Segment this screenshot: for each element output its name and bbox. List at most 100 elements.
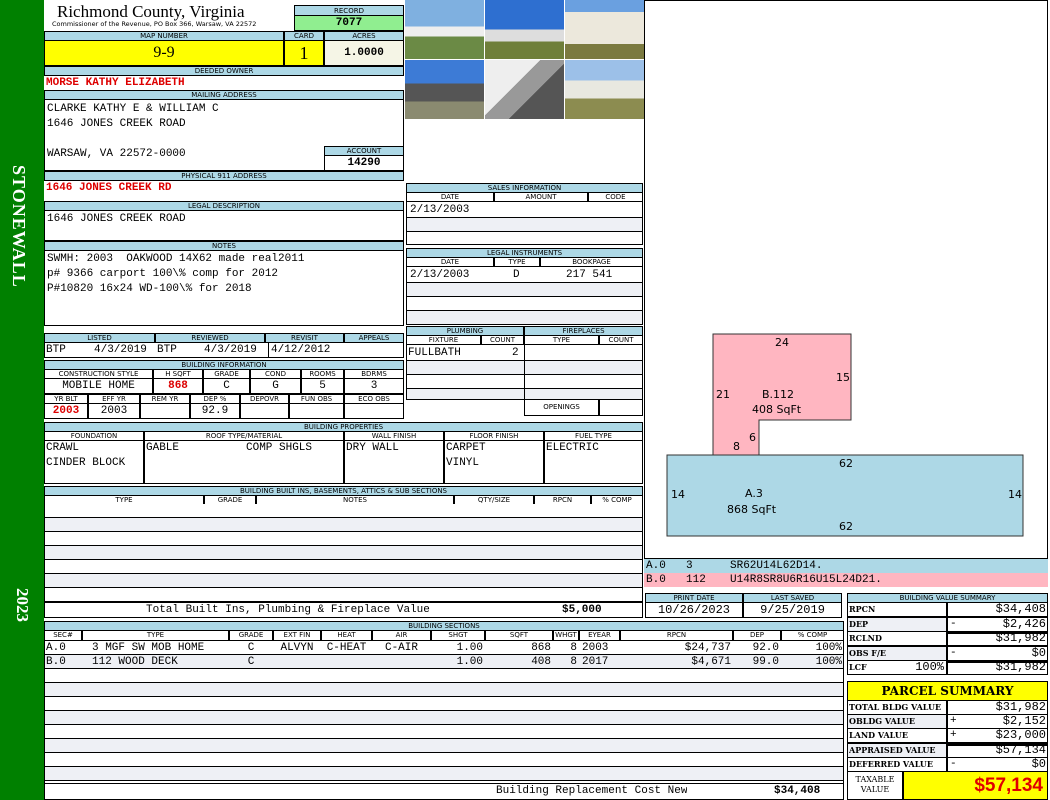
listed-by: BTP	[46, 344, 66, 356]
map-number: 9-9	[44, 40, 284, 66]
property-photo[interactable]	[405, 0, 484, 59]
section-cell: 2003	[582, 642, 609, 654]
section-header: DEP	[733, 630, 781, 641]
reviewed-date: 4/3/2019	[204, 344, 257, 356]
owner-name: MORSE KATHY ELIZABETH	[46, 77, 185, 89]
builtins-row[interactable]	[44, 504, 643, 518]
county-title: Richmond County, Virginia	[57, 2, 245, 21]
record-number: 7077	[294, 15, 404, 31]
replacement-row	[44, 783, 844, 800]
section-cell: 868	[531, 642, 551, 654]
builtins-total: $5,000	[562, 604, 602, 616]
section-header: HEAT	[321, 630, 372, 641]
section-header: GRADE	[229, 630, 273, 641]
builtins-total-label: Total Built Ins, Plumbing & Fireplace Va…	[146, 604, 430, 616]
section-cell: 112 WOOD DECK	[92, 656, 178, 668]
value-summary-row-label: OBS F/E	[849, 647, 886, 658]
section-cell: 1.00	[456, 642, 483, 654]
dim-label: 24	[775, 336, 789, 349]
section-cell: ALVYN	[280, 642, 314, 654]
legend-sec: A.0	[646, 560, 666, 572]
builtins-row[interactable]	[44, 560, 643, 574]
section-cell: 2017	[582, 656, 609, 668]
parcel-summary-value: $57,134	[995, 742, 1046, 757]
builtins-row[interactable]	[44, 546, 643, 560]
parcel-summary-label: PARCEL SUMMARY	[847, 681, 1048, 701]
taxable-value-label: TAXABLE VALUE	[847, 771, 903, 800]
sketch-b-label: B.112	[762, 388, 794, 401]
section-row[interactable]	[44, 683, 844, 697]
parcel-summary-row-label: TOTAL BLDG VALUE	[849, 702, 942, 712]
builtins-row[interactable]	[44, 588, 643, 602]
section-row[interactable]	[44, 697, 844, 711]
physical-address-label: PHYSICAL 911 ADDRESS	[44, 171, 404, 181]
building-info-value	[140, 403, 190, 419]
property-photo[interactable]	[485, 60, 564, 119]
legend-code: 3	[686, 560, 693, 572]
value-summary-value: $0	[1031, 645, 1046, 660]
property-value: COMP SHGLS	[246, 442, 313, 454]
section-cell: 99.0	[752, 656, 779, 668]
district-name: STONEWALL	[9, 165, 29, 288]
section-header: EXT FIN	[273, 630, 321, 641]
section-row[interactable]	[44, 711, 844, 725]
builtins-row[interactable]	[44, 532, 643, 546]
value-summary-row-label: RCLND	[849, 633, 882, 644]
section-header: EYEAR	[579, 630, 620, 641]
property-photo[interactable]	[565, 60, 644, 119]
builtins-row[interactable]	[44, 518, 643, 532]
mailing-line-3: WARSAW, VA 22572-0000	[47, 148, 186, 160]
dim-label: 62	[839, 457, 853, 470]
section-row[interactable]	[44, 669, 844, 683]
dim-label: 14	[671, 488, 685, 501]
sketch-legend-b: B.0 112 U14R8SR8U6R16U15L24D21.	[644, 573, 1048, 587]
section-header: SQFT	[485, 630, 553, 641]
legal-description: 1646 JONES CREEK ROAD	[47, 213, 186, 225]
section-header: SEC#	[44, 630, 82, 641]
section-cell: C-HEAT	[326, 642, 367, 654]
property-value: CINDER BLOCK	[46, 457, 126, 469]
section-cell: 8	[570, 656, 577, 668]
account-number: 14290	[324, 155, 404, 171]
physical-address: 1646 JONES CREEK RD	[46, 182, 172, 194]
building-info-value	[344, 403, 404, 419]
instrument-bookpage: 217 541	[566, 269, 613, 281]
building-info-value: G	[250, 378, 301, 394]
mailing-line-1: CLARKE KATHY E & WILLIAM C	[47, 103, 219, 115]
dim-label: 21	[716, 388, 730, 401]
section-row[interactable]	[44, 753, 844, 767]
section-cell: A.0	[46, 642, 66, 654]
parcel-summary-row-label: APPRAISED VALUE	[849, 744, 936, 755]
legend-path: U14R8SR8U6R16U15L24D21.	[730, 574, 882, 586]
sketch-area: 24 15 21 6 8 B.112 408 SqFt 62 14 14 62 …	[644, 0, 1048, 559]
legend-code: 112	[686, 574, 706, 586]
building-info-value	[240, 403, 289, 419]
property-photo[interactable]	[405, 60, 484, 119]
notes-box: SWMH: 2003 OAKWOOD 14X62 made real2011 p…	[44, 250, 404, 326]
value-summary-value: $34,408	[995, 602, 1046, 616]
dim-label: 15	[836, 371, 850, 384]
building-info-value: 3	[344, 378, 404, 394]
section-header: TYPE	[82, 630, 229, 641]
builtins-row[interactable]	[44, 574, 643, 588]
openings-label: OPENINGS	[524, 399, 599, 416]
last-saved-date: 9/25/2019	[743, 602, 842, 618]
section-cell: 408	[531, 656, 551, 668]
dim-label: 6	[749, 431, 756, 444]
legend-sec: B.0	[646, 574, 666, 586]
building-info-value: MOBILE HOME	[44, 378, 153, 394]
section-row[interactable]	[44, 739, 844, 753]
building-info-value: 2003	[88, 403, 140, 419]
section-cell: C-AIR	[384, 642, 418, 654]
building-info-value: 868	[153, 378, 203, 394]
dim-label: 14	[1008, 488, 1022, 501]
property-value: VINYL	[446, 457, 480, 469]
section-row[interactable]	[44, 767, 844, 781]
property-photo[interactable]	[565, 0, 644, 59]
listed-date: 4/3/2019	[94, 344, 147, 356]
dim-label: 8	[733, 440, 740, 453]
property-photo[interactable]	[485, 0, 564, 59]
section-row[interactable]	[44, 725, 844, 739]
value-summary-value: $31,982	[995, 631, 1046, 646]
section-cell: C	[247, 642, 255, 654]
